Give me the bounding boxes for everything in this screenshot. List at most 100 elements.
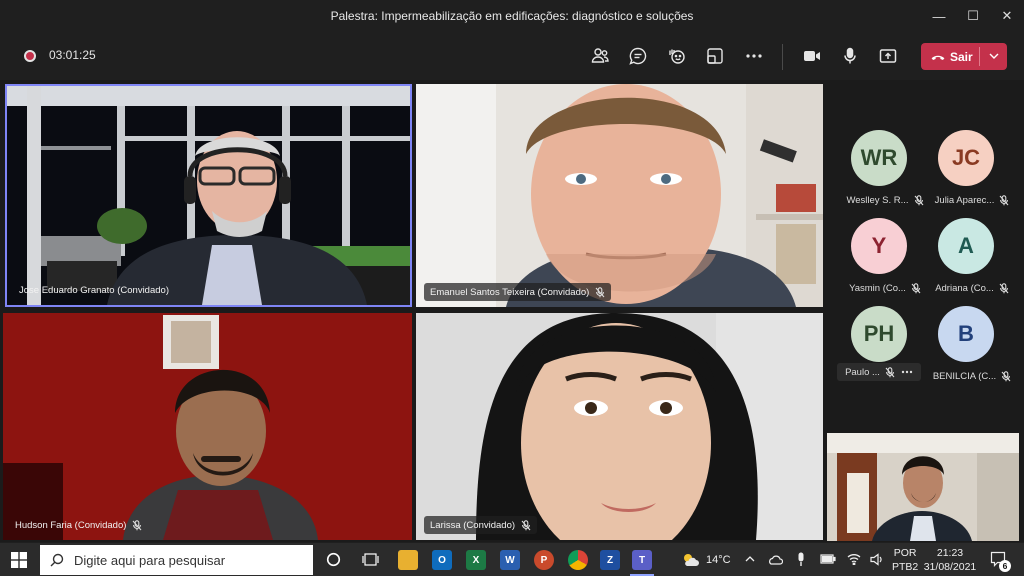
cortana-icon[interactable] — [326, 552, 341, 567]
breakout-icon — [707, 48, 723, 64]
participant-name-tag: Jose Eduardo Granato (Convidado) — [13, 281, 175, 299]
participants-button[interactable] — [588, 44, 612, 68]
participant-name: Larissa (Convidado) — [430, 519, 516, 531]
share-button[interactable] — [876, 44, 900, 68]
mic-off-icon — [999, 195, 1009, 206]
os-taskbar: Digite aqui para pesquisar O X W P Z T 1… — [0, 543, 1024, 576]
title-bar: Palestra: Impermeabilização em edificaçõ… — [0, 0, 1024, 32]
leave-label: Sair — [950, 49, 973, 64]
video-tile-3[interactable]: Hudson Faria (Convidado) — [3, 313, 412, 540]
powerpoint-icon[interactable]: P — [534, 550, 554, 570]
volume-icon[interactable] — [870, 553, 884, 566]
meeting-toolbar: 03:01:25 Sair — [0, 32, 1024, 80]
chevron-down-icon[interactable] — [987, 49, 1001, 63]
video-tile-4[interactable]: Larissa (Convidado) — [416, 313, 823, 540]
chat-icon — [629, 47, 647, 65]
video-tile-speaker[interactable]: Jose Eduardo Granato (Convidado) — [5, 84, 412, 307]
word-icon[interactable]: W — [500, 550, 520, 570]
camera-icon — [804, 51, 820, 61]
roster-name-tag: Weslley S. R... — [840, 195, 930, 206]
camera-button[interactable] — [800, 44, 824, 68]
search-placeholder: Digite aqui para pesquisar — [74, 552, 226, 568]
self-view[interactable] — [827, 433, 1019, 541]
task-view-icon[interactable] — [362, 551, 379, 568]
participant-name-tag: Emanuel Santos Teixeira (Convidado) — [424, 283, 612, 301]
chrome-icon[interactable] — [568, 550, 588, 570]
reactions-button[interactable] — [665, 44, 689, 68]
taskbar-search[interactable]: Digite aqui para pesquisar — [40, 545, 313, 575]
chat-button[interactable] — [626, 44, 650, 68]
file-explorer-icon[interactable] — [398, 550, 418, 570]
roster-avatar[interactable]: WR Weslley S. R... — [846, 130, 923, 206]
mic-off-icon — [521, 519, 531, 530]
leave-button[interactable]: Sair — [921, 43, 1007, 70]
battery-icon[interactable] — [820, 554, 836, 564]
participant-video — [7, 86, 410, 305]
input-language[interactable]: POR PTB2 — [892, 546, 918, 574]
window-controls: — ☐ ✕ — [922, 0, 1024, 32]
wifi-icon[interactable] — [847, 553, 861, 565]
participant-name-tag: Hudson Faria (Convidado) — [9, 516, 148, 534]
roster-name: Weslley S. R... — [846, 195, 909, 206]
windows-start-icon[interactable] — [11, 552, 27, 568]
cloud-icon[interactable] — [767, 554, 783, 565]
roster-name: Paulo ... — [845, 366, 880, 378]
self-video — [827, 433, 1019, 541]
participant-name: Jose Eduardo Granato (Convidado) — [19, 284, 169, 296]
video-tile-2[interactable]: Emanuel Santos Teixeira (Convidado) — [416, 84, 823, 307]
emoji-hand-icon — [669, 49, 685, 64]
weather-icon[interactable] — [681, 552, 699, 568]
system-clock[interactable]: 21:23 31/08/2021 — [920, 546, 980, 574]
recording-icon — [24, 50, 36, 62]
participant-name: Emanuel Santos Teixeira (Convidado) — [430, 286, 590, 298]
leave-divider — [979, 47, 980, 66]
teams-icon[interactable]: T — [632, 550, 652, 570]
more-icon[interactable] — [901, 370, 913, 374]
toolbar-divider — [782, 44, 783, 70]
avatar-initials: PH — [851, 306, 907, 362]
phone-hangup-icon — [931, 55, 945, 60]
minimize-button[interactable]: — — [922, 0, 956, 32]
roster-avatar[interactable]: Y Yasmin (Co... — [849, 218, 921, 294]
participant-video — [416, 313, 823, 540]
close-button[interactable]: ✕ — [990, 0, 1024, 32]
participant-video — [3, 313, 412, 540]
meeting-timer: 03:01:25 — [49, 48, 96, 62]
roster-name-tag: Adriana (Co... — [927, 283, 1017, 294]
mic-off-icon — [133, 519, 142, 530]
notification-count: 6 — [999, 560, 1011, 572]
roster-avatar[interactable]: B BENILCIA (C... — [933, 306, 1011, 382]
roster-name-tag: Yasmin (Co... — [840, 283, 930, 294]
maximize-button[interactable]: ☐ — [956, 0, 990, 32]
mic-off-icon — [885, 366, 895, 377]
mic-off-icon — [595, 286, 605, 297]
outlook-icon[interactable]: O — [432, 550, 452, 570]
avatar-initials: Y — [851, 218, 907, 274]
participant-video — [416, 84, 823, 307]
rooms-button[interactable] — [703, 44, 727, 68]
microphone-icon — [844, 47, 856, 64]
roster-avatar[interactable]: JC Julia Aparec... — [935, 130, 1009, 206]
more-actions-button[interactable] — [742, 44, 766, 68]
avatar-initials: A — [938, 218, 994, 274]
excel-icon[interactable]: X — [466, 550, 486, 570]
roster-name-tag: Paulo ... — [837, 363, 921, 381]
mic-off-icon — [914, 195, 923, 206]
mic-button[interactable] — [838, 44, 862, 68]
clock-date: 31/08/2021 — [923, 561, 977, 573]
chevron-up-icon[interactable] — [745, 555, 755, 563]
mic-off-icon — [999, 283, 1009, 294]
avatar-initials: WR — [851, 130, 907, 186]
roster-name-tag: Julia Aparec... — [927, 195, 1017, 206]
mic-off-icon — [1001, 371, 1011, 382]
participant-name: Hudson Faria (Convidado) — [15, 519, 127, 531]
window-title: Palestra: Impermeabilização em edificaçõ… — [330, 9, 694, 23]
clock-time: 21:23 — [936, 547, 964, 559]
app-icon[interactable]: Z — [600, 550, 620, 570]
roster-avatar[interactable]: PH Paulo ... — [837, 306, 921, 381]
roster-name: BENILCIA (C... — [932, 371, 997, 382]
microphone-tray-icon[interactable] — [796, 552, 806, 567]
language-code: POR — [893, 547, 917, 559]
more-icon — [746, 54, 762, 58]
roster-avatar[interactable]: A Adriana (Co... — [935, 218, 1009, 294]
